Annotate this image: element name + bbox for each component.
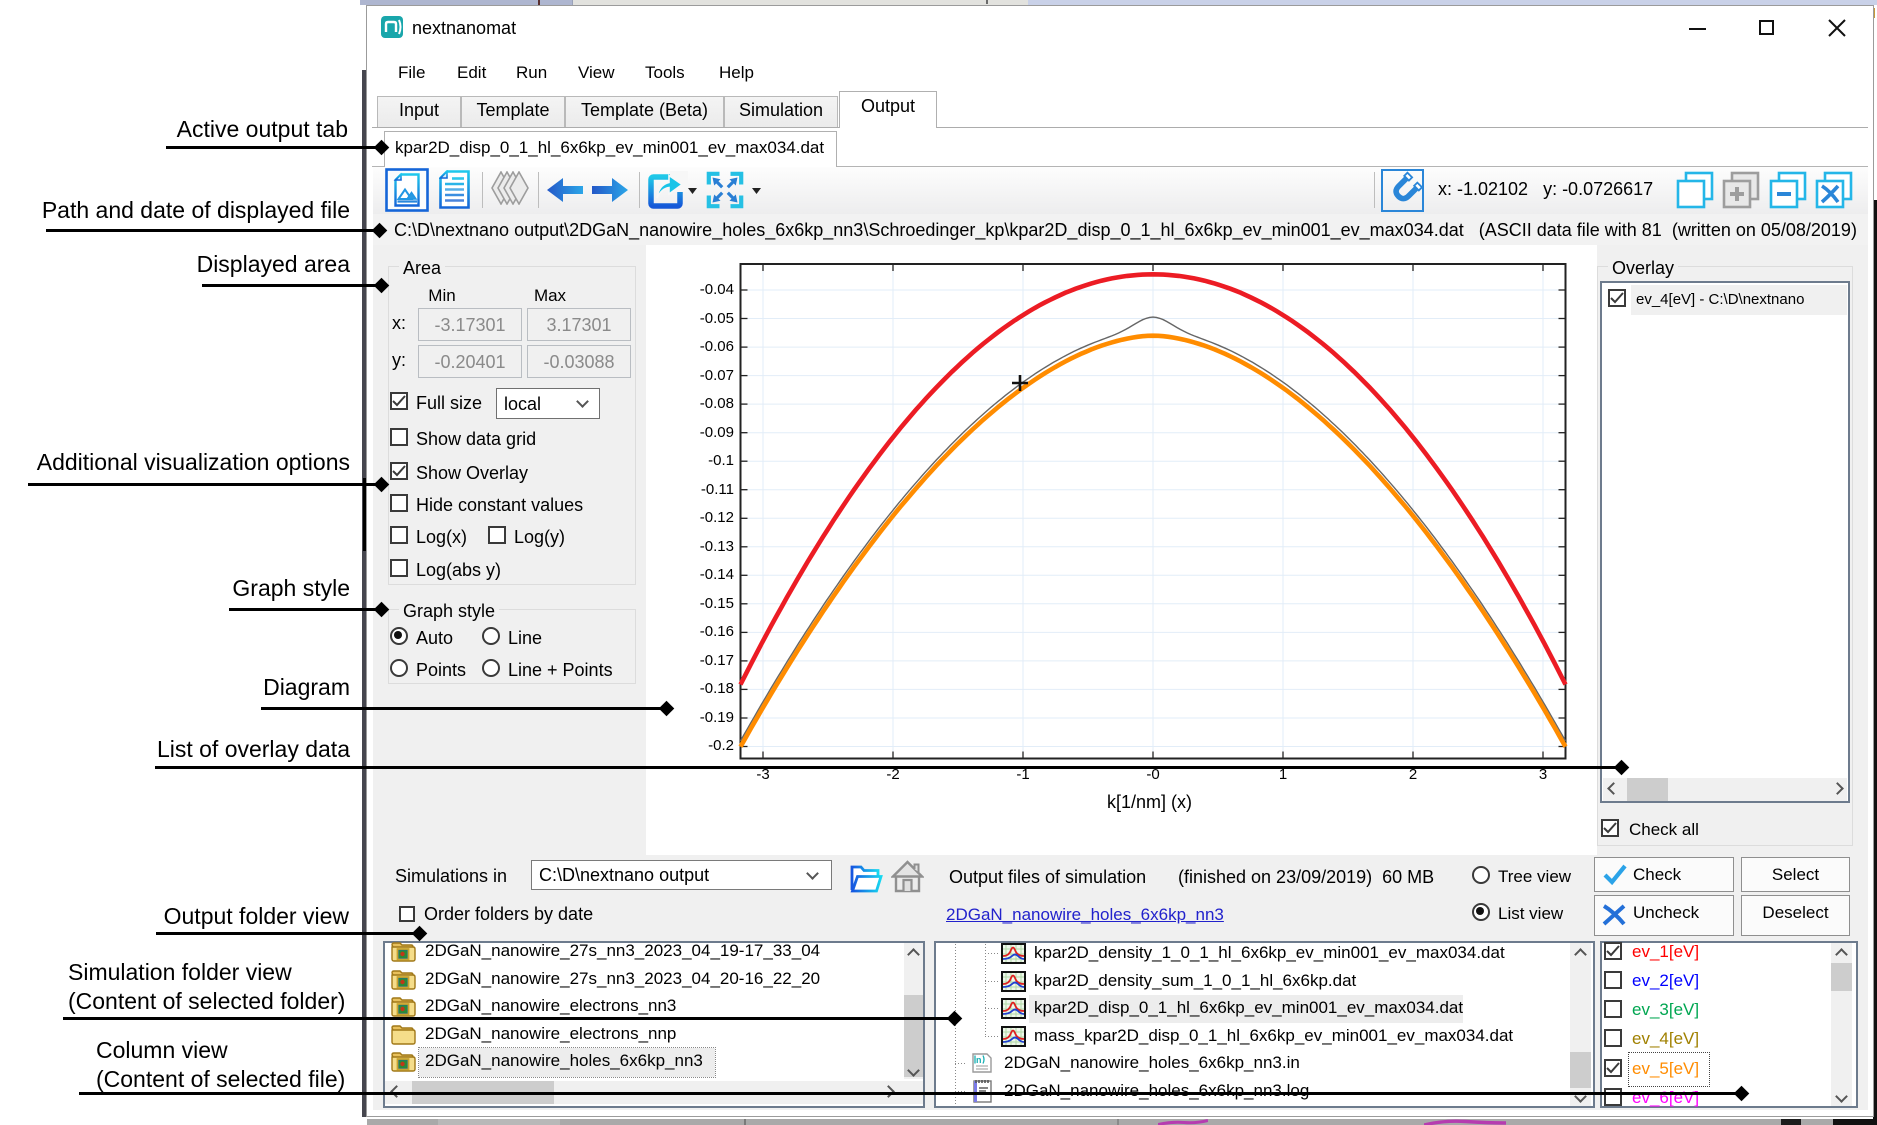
svg-text:n: n (976, 1055, 982, 1065)
